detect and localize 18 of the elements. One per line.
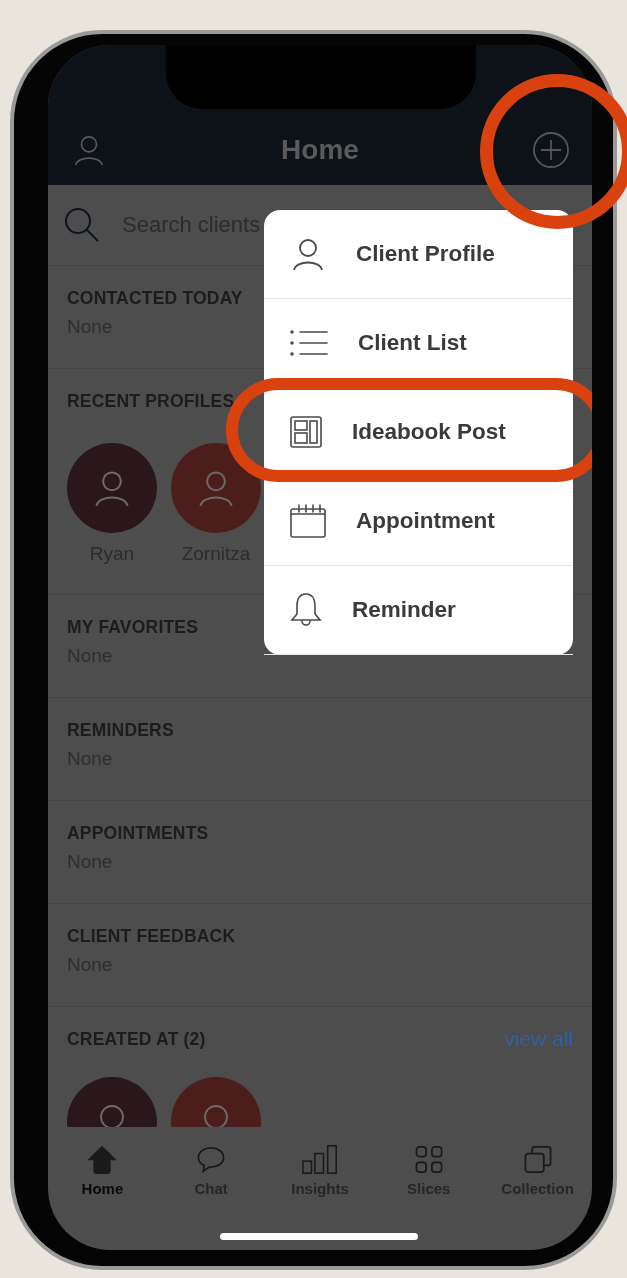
home-icon: [87, 1145, 118, 1174]
bell-icon: [290, 592, 322, 628]
list-icon: [290, 329, 328, 357]
menu-item[interactable]: Appointment: [264, 477, 573, 566]
menu-item[interactable]: Client List: [264, 299, 573, 388]
tab-bar-item[interactable]: Home: [48, 1137, 157, 1197]
plus-circle-icon: [532, 131, 570, 169]
menu-item[interactable]: Ideabook Post: [264, 388, 573, 477]
screen-title: Home: [281, 133, 359, 167]
copy-icon: [522, 1145, 553, 1174]
search-icon: [64, 207, 100, 243]
layout-icon: [290, 416, 322, 448]
chat-bubble-icon: [196, 1145, 227, 1174]
calendar-icon: [290, 504, 326, 538]
view-all-link[interactable]: view all: [504, 1027, 573, 1051]
menu-item[interactable]: Reminder: [264, 566, 573, 655]
menu-item[interactable]: Client Profile: [264, 210, 573, 299]
grid-icon: [413, 1145, 444, 1174]
